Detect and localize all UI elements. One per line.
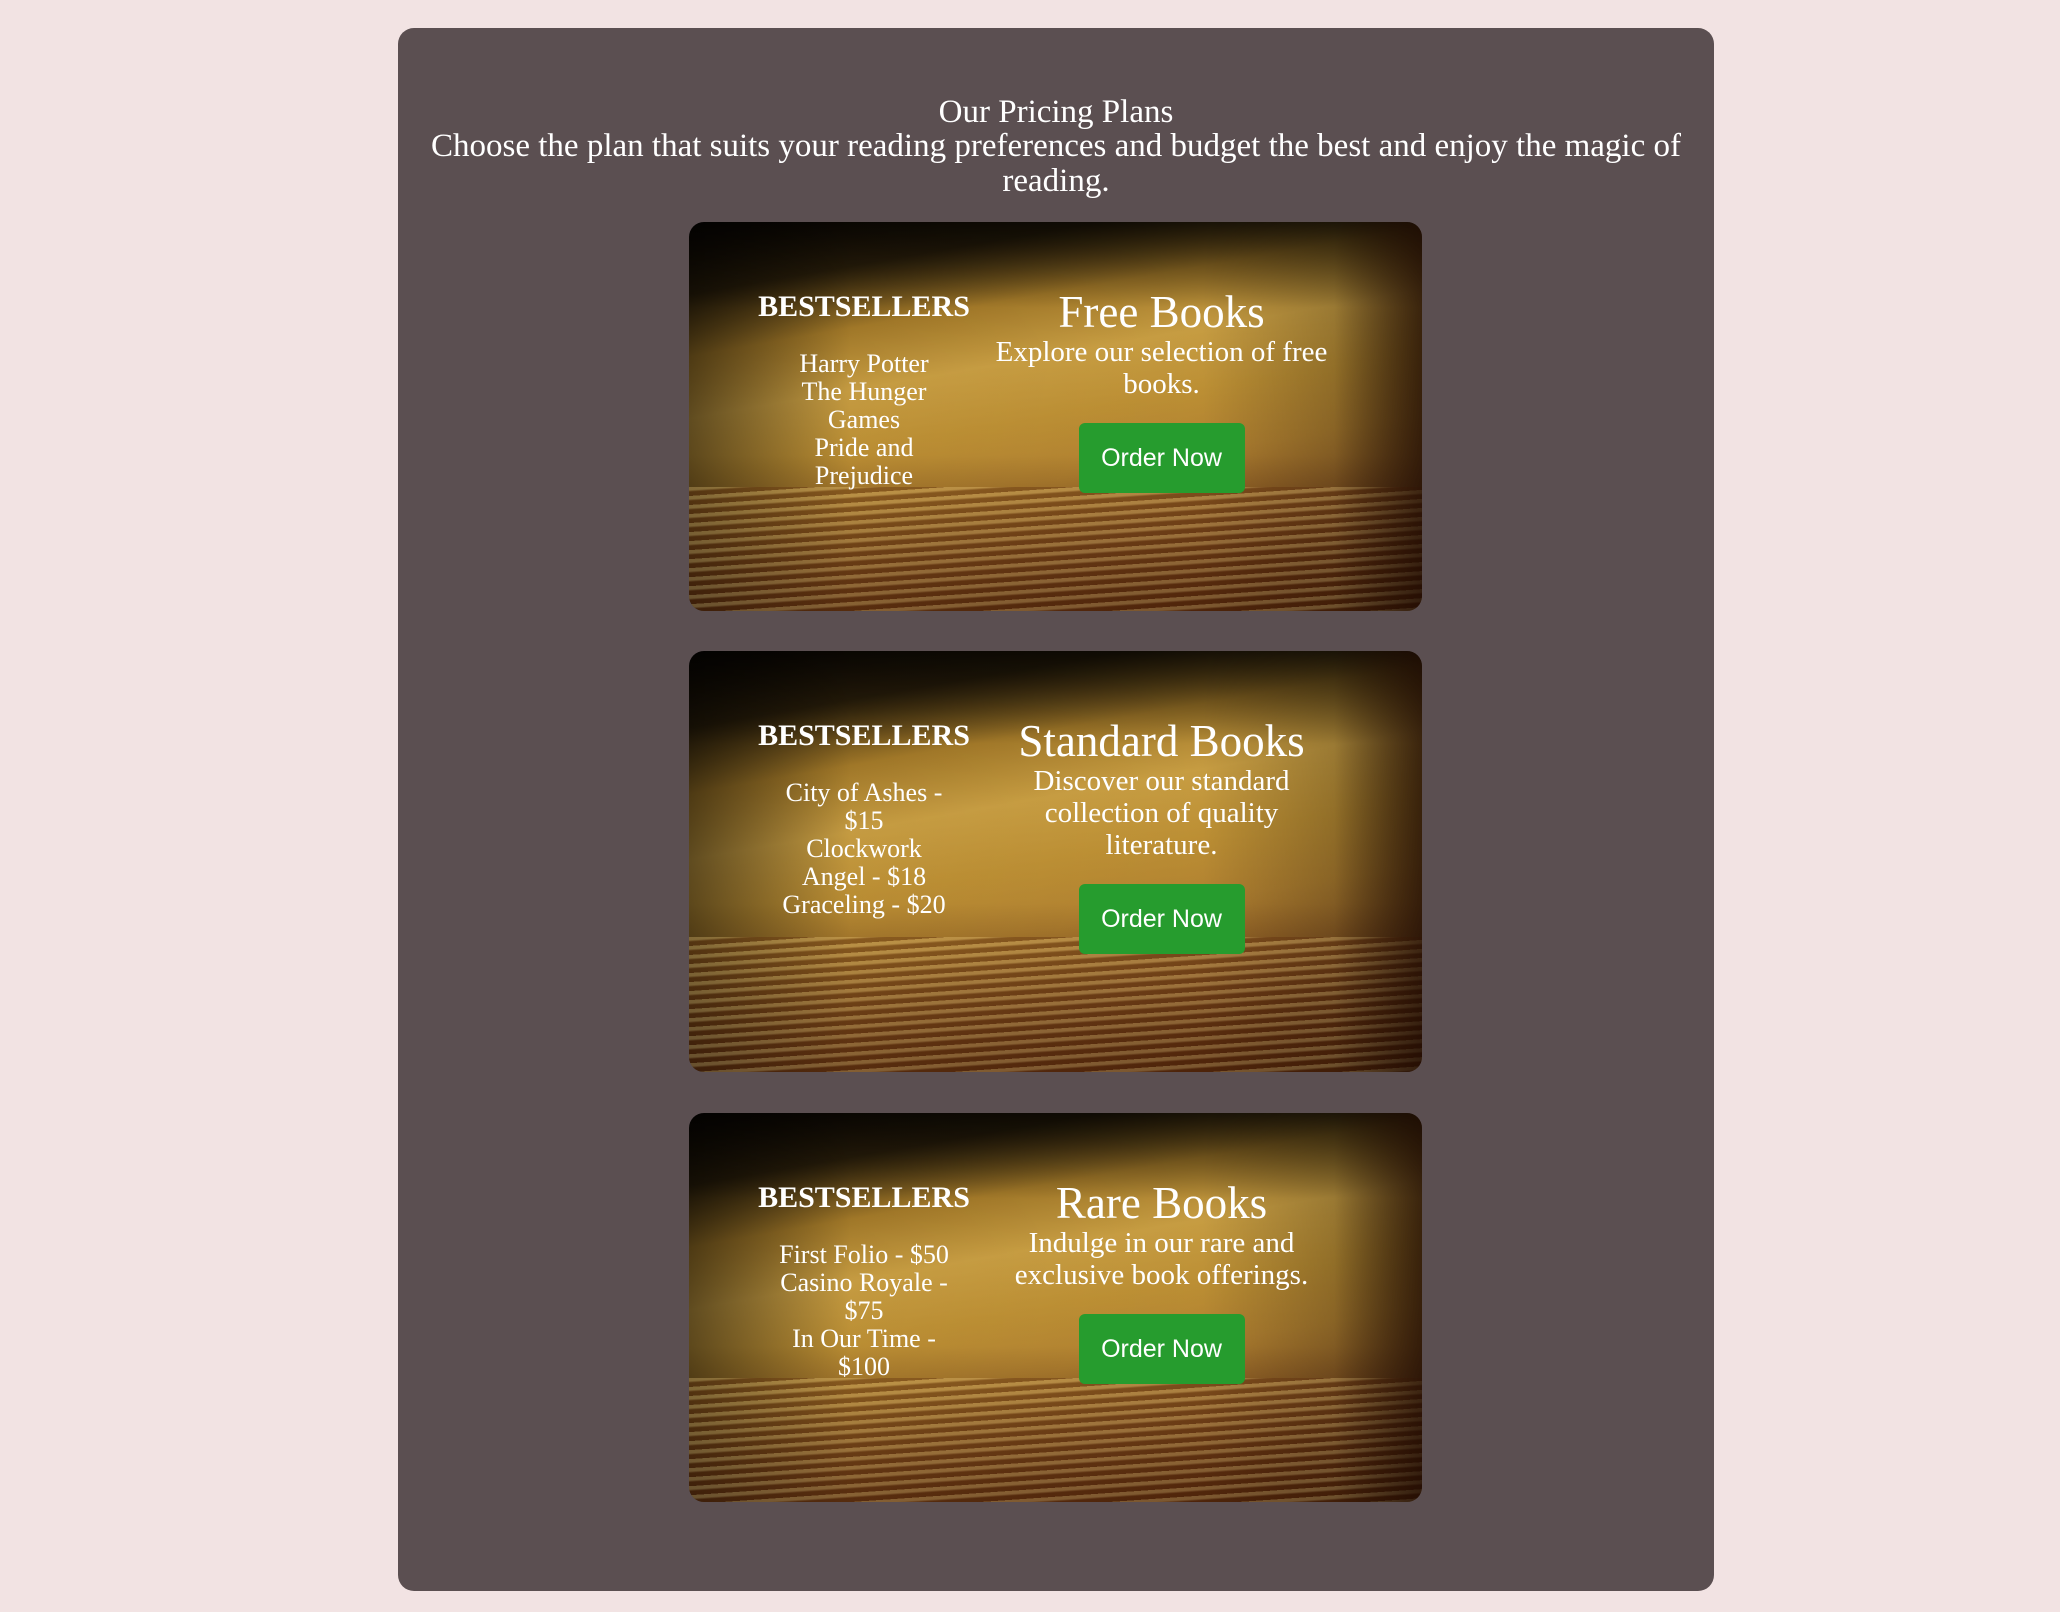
bestseller-item: First Folio - $50	[779, 1240, 949, 1269]
bestsellers-title: BESTSELLERS	[758, 1181, 970, 1214]
bestseller-item: City of Ashes - $15	[785, 778, 943, 835]
plan-description: Discover our standard collection of qual…	[1033, 765, 1290, 861]
bestsellers-title: BESTSELLERS	[758, 290, 970, 323]
plan-info: Free Books Explore our selection of free…	[979, 288, 1344, 493]
plan-description: Explore our selection of free books.	[995, 336, 1328, 400]
order-now-button[interactable]: Order Now	[1078, 423, 1245, 493]
plan-info: Rare Books Indulge in our rare and exclu…	[979, 1179, 1344, 1384]
page-subtitle: Choose the plan that suits your reading …	[431, 128, 1681, 199]
bestsellers-title: BESTSELLERS	[758, 719, 970, 752]
bestseller-item: Graceling - $20	[782, 890, 946, 919]
plan-name: Free Books	[1058, 287, 1265, 337]
bestsellers-list: Harry Potter The Hunger Games Pride and …	[749, 350, 979, 490]
page-title: Our Pricing Plans	[938, 94, 1174, 130]
plan-name: Standard Books	[1018, 716, 1305, 766]
pricing-panel: Our Pricing Plans Choose the plan that s…	[398, 28, 1714, 1591]
bestsellers-box: BESTSELLERS City of Ashes - $15 Clockwor…	[749, 719, 979, 919]
plan-name: Rare Books	[1055, 1178, 1268, 1228]
order-now-button[interactable]: Order Now	[1078, 884, 1245, 954]
bestsellers-box: BESTSELLERS First Folio - $50 Casino Roy…	[749, 1181, 979, 1381]
order-now-button[interactable]: Order Now	[1078, 1314, 1245, 1384]
bestseller-item: Pride and Prejudice	[814, 433, 914, 490]
bestseller-item: In Our Time - $100	[792, 1324, 936, 1381]
bestseller-item: Harry Potter	[799, 349, 929, 378]
bestseller-item: Clockwork Angel - $18	[801, 834, 927, 891]
plan-card-free: BESTSELLERS Harry Potter The Hunger Game…	[689, 222, 1422, 611]
bestsellers-list: City of Ashes - $15 Clockwork Angel - $1…	[749, 779, 979, 919]
bestseller-item: Casino Royale - $75	[780, 1268, 948, 1325]
bestsellers-list: First Folio - $50 Casino Royale - $75 In…	[749, 1241, 979, 1381]
plan-description: Indulge in our rare and exclusive book o…	[1014, 1227, 1309, 1291]
bestsellers-box: BESTSELLERS Harry Potter The Hunger Game…	[749, 290, 979, 490]
plan-card-rare: BESTSELLERS First Folio - $50 Casino Roy…	[689, 1113, 1422, 1502]
plan-info: Standard Books Discover our standard col…	[979, 717, 1344, 954]
bestseller-item: The Hunger Games	[801, 377, 927, 434]
plan-card-standard: BESTSELLERS City of Ashes - $15 Clockwor…	[689, 651, 1422, 1072]
